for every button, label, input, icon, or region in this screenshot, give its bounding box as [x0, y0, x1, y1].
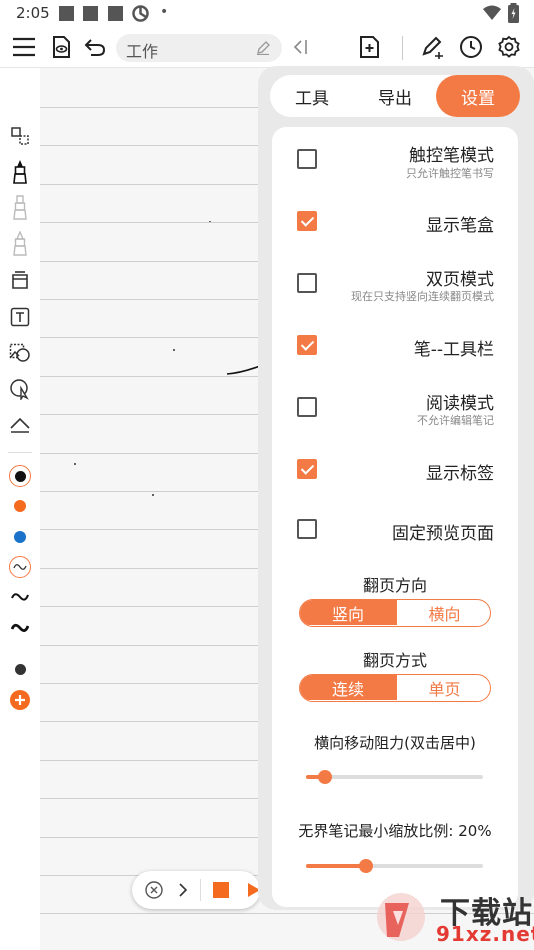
- checkbox-show-tags[interactable]: [297, 459, 317, 479]
- option-read-mode-title: 阅读模式: [426, 394, 494, 414]
- stroke-thin-selected-icon[interactable]: [5, 552, 35, 582]
- option-double-page-title: 双页模式: [426, 270, 494, 290]
- sync-icon: [132, 5, 149, 22]
- tab-settings[interactable]: 设置: [436, 75, 520, 117]
- preview-icon[interactable]: [46, 32, 76, 62]
- text-tool-icon[interactable]: [5, 302, 35, 332]
- checkbox-show-pen-box[interactable]: [297, 211, 317, 231]
- collapse-left-icon[interactable]: [285, 32, 315, 62]
- stroke-medium-icon[interactable]: [5, 582, 35, 612]
- min-zoom-slider[interactable]: [306, 859, 483, 873]
- left-tool-bar: [0, 68, 40, 950]
- watermark-url: 91xz.net: [436, 922, 534, 946]
- edit-pencil-icon[interactable]: [256, 41, 270, 55]
- playback-bar: [132, 871, 260, 909]
- ink-dot: [173, 349, 175, 351]
- toolbar-divider: [8, 452, 32, 453]
- ink-dot: [74, 463, 76, 465]
- top-toolbar: 工作: [0, 28, 534, 68]
- highlighter-tool-icon[interactable]: [5, 193, 35, 223]
- clock-icon[interactable]: [456, 32, 486, 62]
- shape-tool-icon[interactable]: [5, 410, 35, 440]
- menu-icon[interactable]: [9, 32, 39, 62]
- page-direction-label: 翻页方向: [362, 576, 427, 595]
- option-fixed-preview-title: 固定预览页面: [392, 524, 494, 544]
- pen-size-dot-icon[interactable]: [5, 654, 35, 684]
- pen-tool-icon[interactable]: [5, 157, 35, 187]
- eraser-tool-icon[interactable]: [5, 265, 35, 295]
- option-read-mode-subtitle: 不允许编辑笔记: [417, 414, 494, 427]
- pen-plus-icon[interactable]: [418, 32, 448, 62]
- page-direction-toggle: 竖向 横向: [299, 599, 491, 627]
- notification-icon: [108, 6, 123, 21]
- status-bar: 2:05 •: [0, 0, 534, 28]
- option-double-page-subtitle: 现在只支持竖向连续翻页模式: [351, 290, 494, 303]
- option-stylus-mode-subtitle: 只允许触控笔书写: [406, 167, 494, 180]
- notification-icon: [83, 6, 98, 21]
- page-direction-vertical[interactable]: 竖向: [300, 600, 396, 625]
- tab-tools[interactable]: 工具: [270, 75, 354, 117]
- option-show-tags-title: 显示标签: [426, 464, 494, 484]
- ink-dot: [152, 494, 154, 496]
- page-mode-single[interactable]: 单页: [396, 675, 490, 700]
- notification-icon: [59, 6, 74, 21]
- color-black-selected[interactable]: [5, 461, 35, 491]
- status-time: 2:05: [16, 4, 50, 22]
- close-circle-icon[interactable]: [145, 881, 163, 899]
- page-mode-label: 翻页方式: [362, 651, 427, 670]
- lasso-tool-icon[interactable]: [5, 374, 35, 404]
- color-orange[interactable]: [5, 491, 35, 521]
- horizontal-resistance-label: 横向移动阻力(双击居中): [314, 734, 476, 752]
- checkbox-read-mode[interactable]: [297, 397, 317, 417]
- note-title: 工作: [126, 42, 159, 61]
- toolbar-divider: [402, 36, 403, 60]
- checkbox-fixed-preview[interactable]: [297, 519, 317, 539]
- slider-fill: [306, 864, 367, 868]
- page-direction-horizontal[interactable]: 横向: [396, 600, 490, 625]
- option-stylus-mode-title: 触控笔模式: [409, 146, 494, 166]
- checkbox-stylus-mode[interactable]: [297, 149, 317, 169]
- page-mode-toggle: 连续 单页: [299, 674, 491, 702]
- undo-icon[interactable]: [80, 32, 110, 62]
- horizontal-resistance-slider[interactable]: [306, 770, 483, 784]
- wifi-icon: [483, 5, 501, 20]
- more-notifications-dot: •: [160, 4, 169, 20]
- battery-icon: [508, 3, 519, 23]
- chevron-right-icon[interactable]: [178, 882, 188, 898]
- ink-stroke: [226, 365, 261, 375]
- option-show-pen-box-title: 显示笔盒: [426, 216, 494, 236]
- tab-export[interactable]: 导出: [354, 75, 436, 117]
- option-pen-toolbar-title: 笔--工具栏: [413, 340, 494, 360]
- gear-icon[interactable]: [494, 32, 524, 62]
- bar-divider: [200, 879, 201, 901]
- settings-card: [272, 127, 518, 907]
- add-page-icon[interactable]: [354, 32, 384, 62]
- note-title-field[interactable]: 工作: [116, 34, 282, 62]
- checkbox-double-page[interactable]: [297, 273, 317, 293]
- select-tool-icon[interactable]: [5, 121, 35, 151]
- panel-tabs: 工具 导出 设置: [270, 75, 520, 117]
- color-blue[interactable]: [5, 522, 35, 552]
- add-color-icon[interactable]: [5, 685, 35, 715]
- pencil-tool-icon[interactable]: [5, 229, 35, 259]
- stroke-thick-icon[interactable]: [5, 613, 35, 643]
- stop-icon[interactable]: [213, 882, 229, 898]
- image-tool-icon[interactable]: [5, 338, 35, 368]
- checkbox-pen-toolbar[interactable]: [297, 335, 317, 355]
- min-zoom-label: 无界笔记最小缩放比例: 20%: [298, 822, 492, 840]
- page-mode-continuous[interactable]: 连续: [300, 675, 396, 700]
